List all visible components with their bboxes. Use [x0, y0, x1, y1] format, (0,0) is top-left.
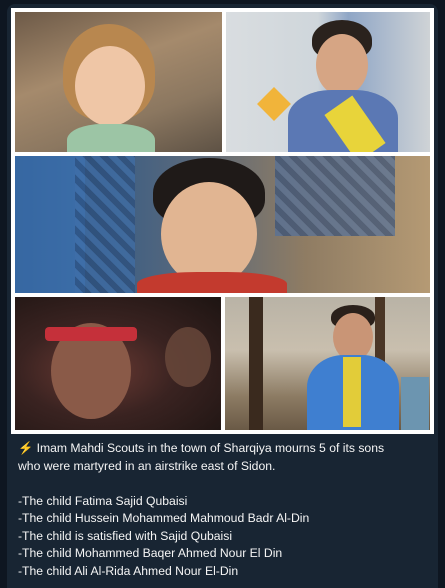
message-bubble: ⚡ Imam Mahdi Scouts in the town of Sharq…: [7, 4, 438, 588]
photo-boy-closeup[interactable]: [15, 156, 430, 293]
photo-boy-sash[interactable]: [226, 12, 430, 152]
photo-boy-scout-uniform[interactable]: [225, 297, 430, 430]
name-item: -The child Hussein Mohammed Mahmoud Badr…: [18, 511, 310, 525]
photo-girl-smiling[interactable]: [15, 12, 222, 152]
message-caption: ⚡ Imam Mahdi Scouts in the town of Sharq…: [18, 440, 430, 580]
name-item: -The child Ali Al-Rida Ahmed Nour El-Din: [18, 563, 239, 578]
photo-collage[interactable]: [11, 8, 434, 434]
photo-boy-headband[interactable]: [15, 297, 221, 430]
headline: ⚡ Imam Mahdi Scouts in the town of Sharq…: [18, 441, 385, 455]
headline-continued: who were martyred in an airstrike east o…: [18, 458, 276, 473]
name-item: -The child Fatima Sajid Qubaisi: [18, 493, 188, 508]
name-item: -The child Mohammed Baqer Ahmed Nour El …: [18, 546, 283, 560]
name-item: -The child is satisfied with Sajid Qubai…: [18, 528, 233, 543]
lightning-icon: ⚡: [18, 441, 34, 455]
